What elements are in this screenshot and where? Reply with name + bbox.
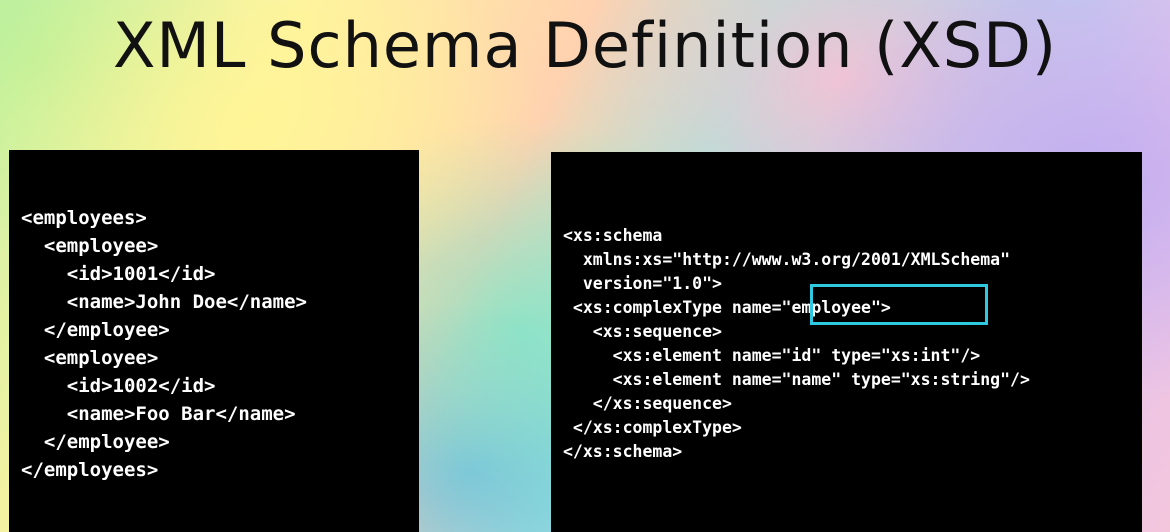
xml-code-line: <employee> xyxy=(21,347,159,369)
xsd-code-block: <xs:schema xmlns:xs="http://www.w3.org/2… xyxy=(563,224,1030,464)
xsd-example-panel: <xs:schema xmlns:xs="http://www.w3.org/2… xyxy=(551,152,1142,532)
slide-title: XML Schema Definition (XSD) xyxy=(112,9,1058,82)
xsd-code-line: <xs:element name="name" type="xs:string"… xyxy=(563,370,1030,389)
xml-code-line: <name>John Doe</name> xyxy=(21,291,307,313)
xml-code-line: <name>Foo Bar</name> xyxy=(21,403,296,425)
xsd-code-line: <xs:schema xyxy=(563,226,663,245)
xml-code-line: <id>1002</id> xyxy=(21,375,216,397)
xml-code-line: </employee> xyxy=(21,319,170,341)
xsd-code-line: <xs:element name="id" type="xs:int"/> xyxy=(563,346,981,365)
xsd-code-line: </xs:schema> xyxy=(563,442,683,461)
xml-code-line: </employee> xyxy=(21,431,170,453)
xml-code-line: <employees> xyxy=(21,207,147,229)
xsd-code-line: </xs:complexType> xyxy=(563,418,742,437)
xsd-code-line: </xs:sequence> xyxy=(563,394,732,413)
xml-code-line: <id>1001</id> xyxy=(21,263,216,285)
name-attribute-highlight xyxy=(810,284,988,325)
xsd-code-line: xmlns:xs="http://www.w3.org/2001/XMLSche… xyxy=(563,250,1011,269)
xml-code-line: </employees> xyxy=(21,459,159,481)
xml-example-panel: <employees> <employee> <id>1001</id> <na… xyxy=(9,150,419,532)
xml-code-block: <employees> <employee> <id>1001</id> <na… xyxy=(21,204,307,484)
xml-code-line: <employee> xyxy=(21,235,159,257)
